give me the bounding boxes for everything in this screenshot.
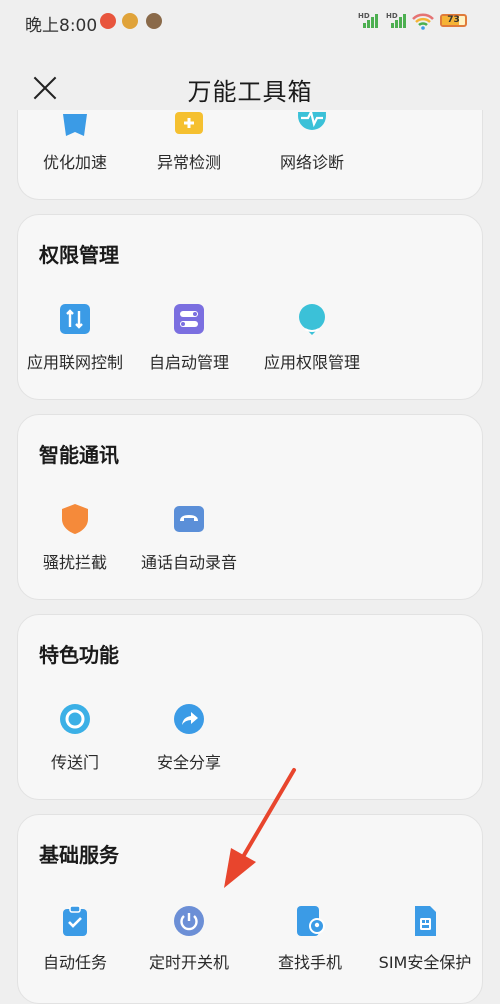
annotation-arrow-icon: [224, 768, 296, 888]
